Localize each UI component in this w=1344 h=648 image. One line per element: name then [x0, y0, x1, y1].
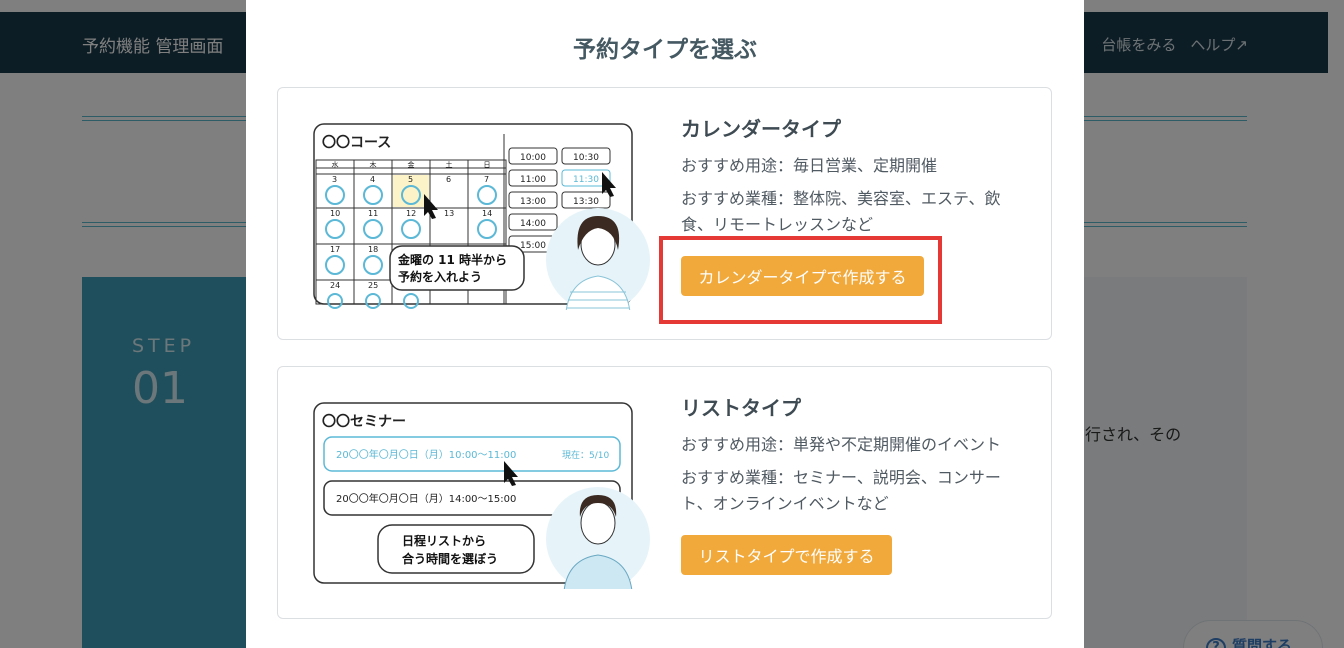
reservation-type-modal: 予約タイプを選ぶ 〇〇コース 水 木 金 土 日 3 4 5 6 7 10 11…	[246, 0, 1084, 648]
svg-text:15:00: 15:00	[520, 241, 546, 251]
list-type-card: 〇〇セミナー 20〇〇年〇月〇日（月）10:00〜11:00 現在：5/10 2…	[277, 366, 1052, 619]
list-illustration: 〇〇セミナー 20〇〇年〇月〇日（月）10:00〜11:00 現在：5/10 2…	[313, 402, 650, 589]
svg-text:13:00: 13:00	[520, 197, 546, 207]
svg-text:日程リストから: 日程リストから	[402, 533, 486, 548]
calendar-illustration: 〇〇コース 水 木 金 土 日 3 4 5 6 7 10 11 12 13 14…	[313, 123, 650, 310]
calendar-type-use: おすすめ用途：毎日営業、定期開催	[681, 156, 938, 175]
svg-text:〇〇コース: 〇〇コース	[322, 134, 391, 151]
svg-text:25: 25	[368, 281, 378, 290]
svg-text:現在：5/10: 現在：5/10	[562, 449, 609, 461]
svg-text:5: 5	[408, 175, 413, 184]
svg-text:20〇〇年〇月〇日（月）10:00〜11:00: 20〇〇年〇月〇日（月）10:00〜11:00	[336, 448, 516, 461]
svg-text:合う時間を選ぼう: 合う時間を選ぼう	[402, 551, 498, 566]
create-list-type-button[interactable]: リストタイプで作成する	[681, 535, 892, 575]
svg-text:18: 18	[368, 245, 378, 254]
svg-text:10:30: 10:30	[573, 153, 599, 163]
svg-text:10:00: 10:00	[520, 153, 546, 163]
list-type-use: おすすめ用途：単発や不定期開催のイベント	[681, 435, 1002, 454]
svg-text:金: 金	[408, 160, 415, 169]
svg-text:24: 24	[330, 281, 340, 290]
svg-text:木: 木	[370, 160, 377, 169]
svg-text:20〇〇年〇月〇日（月）14:00〜15:00: 20〇〇年〇月〇日（月）14:00〜15:00	[336, 492, 516, 505]
list-type-industries: おすすめ業種：セミナー、説明会、コンサート、オンラインイベントなど	[681, 468, 1001, 513]
svg-text:10: 10	[330, 209, 340, 218]
svg-text:水: 水	[332, 160, 339, 169]
svg-text:13: 13	[444, 209, 454, 218]
svg-text:予約を入れよう: 予約を入れよう	[398, 269, 482, 284]
svg-text:〇〇セミナー: 〇〇セミナー	[322, 413, 406, 430]
calendar-type-title: カレンダータイプ	[681, 117, 841, 141]
modal-title: 予約タイプを選ぶ	[573, 37, 757, 63]
svg-text:11:30: 11:30	[573, 175, 599, 185]
svg-text:4: 4	[370, 175, 375, 184]
svg-text:12: 12	[406, 209, 416, 218]
svg-text:7: 7	[484, 175, 489, 184]
svg-text:17: 17	[330, 245, 340, 254]
svg-text:14:00: 14:00	[520, 219, 546, 229]
svg-text:13:30: 13:30	[573, 197, 599, 207]
highlight-box	[659, 236, 942, 324]
calendar-type-industries: おすすめ業種：整体院、美容室、エステ、飲食、リモートレッスンなど	[681, 189, 1001, 234]
svg-text:11:00: 11:00	[520, 175, 546, 185]
list-type-title: リストタイプ	[681, 396, 801, 420]
svg-text:11: 11	[368, 209, 378, 218]
svg-text:金曜の 11 時半から: 金曜の 11 時半から	[397, 252, 507, 267]
svg-text:6: 6	[446, 175, 451, 184]
svg-text:日: 日	[484, 161, 491, 169]
svg-text:3: 3	[332, 175, 337, 184]
svg-text:14: 14	[482, 209, 492, 218]
svg-text:土: 土	[446, 160, 453, 169]
